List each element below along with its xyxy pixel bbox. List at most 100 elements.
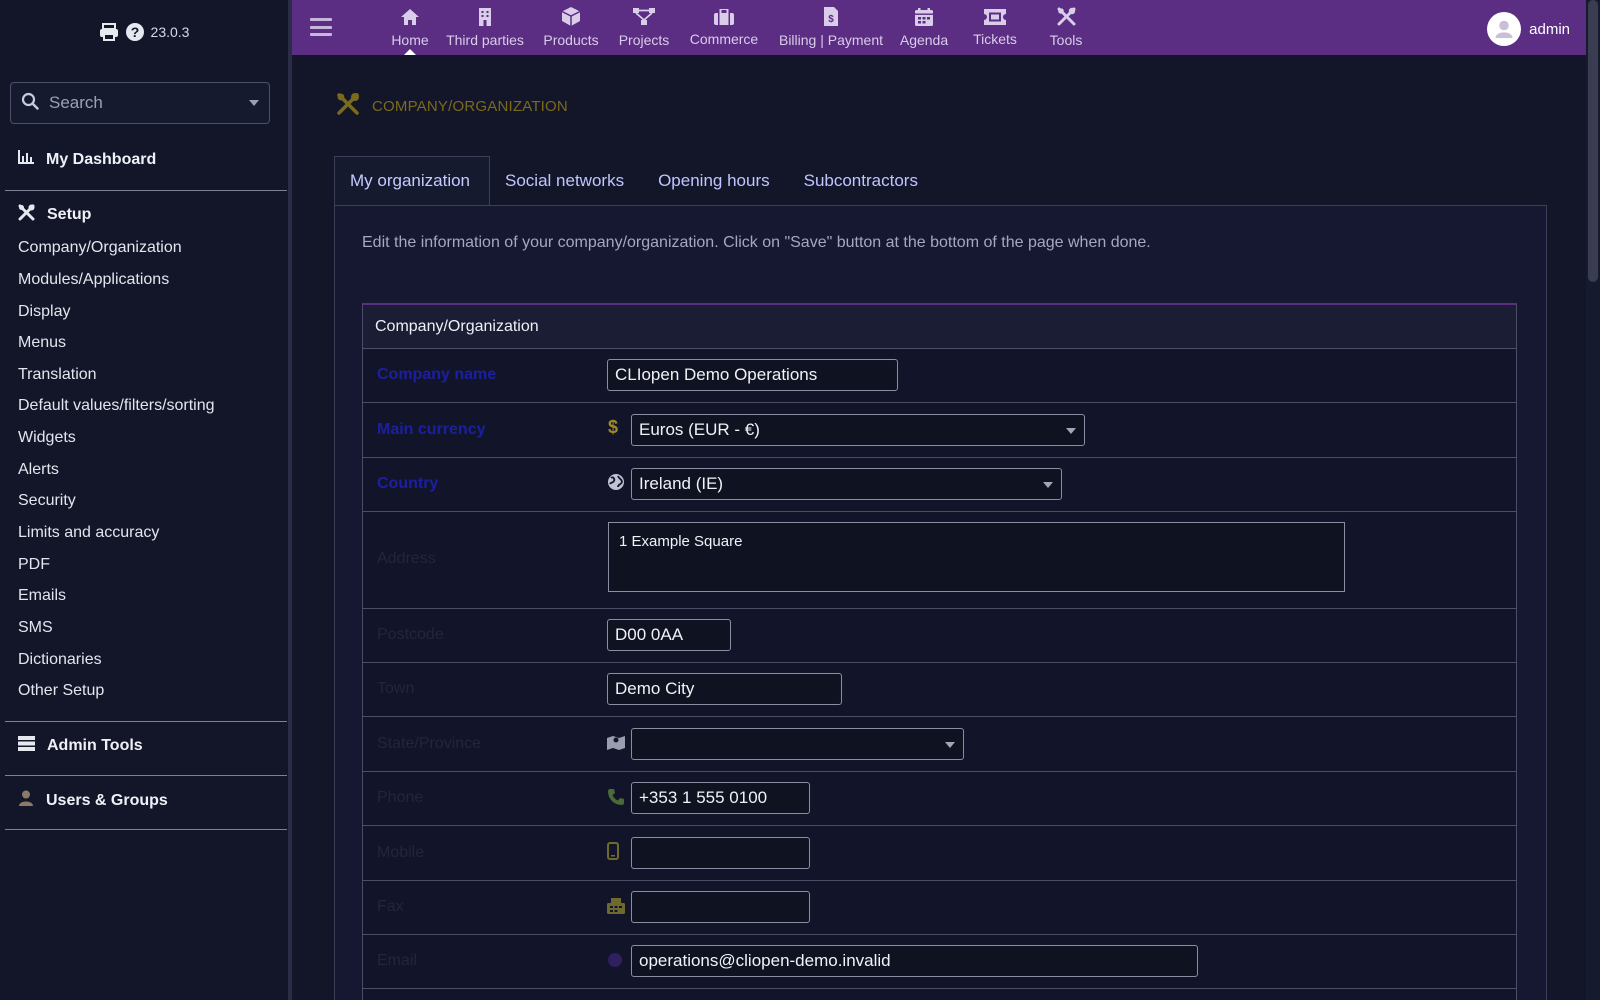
sidebar-item-admin-tools[interactable]: Admin Tools	[18, 736, 143, 756]
sidebar-link-display[interactable]: Display	[18, 303, 70, 321]
phone-input[interactable]: +353 1 555 0100	[631, 782, 810, 814]
organization-form: Company/Organization Company name CLIope…	[362, 303, 1517, 1000]
nav-projects[interactable]: Projects	[612, 0, 676, 55]
page-title: COMPANY/ORGANIZATION	[336, 92, 568, 120]
tab-my-organization[interactable]: My organization	[334, 156, 491, 205]
nav-label: Tickets	[973, 30, 1017, 47]
sidebar-link-menus[interactable]: Menus	[18, 334, 66, 352]
currency-value: Euros (EUR - €)	[639, 420, 760, 439]
search-dropdown-icon[interactable]	[249, 100, 259, 106]
app-window: ? 23.0.3 Search My Dashboard Setup Compa…	[0, 0, 1600, 1000]
nav-label: Products	[543, 32, 599, 48]
map-icon	[607, 734, 625, 755]
nav-products[interactable]: Products	[538, 0, 604, 55]
svg-text:$: $	[828, 14, 834, 25]
country-select[interactable]: Ireland (IE)	[631, 468, 1062, 500]
user-name: admin	[1529, 20, 1570, 38]
tab-subcontractors[interactable]: Subcontractors	[789, 156, 937, 205]
chart-icon	[18, 150, 34, 169]
user-icon	[18, 790, 34, 811]
printer-icon[interactable]	[99, 23, 119, 41]
nav-tools[interactable]: Tools	[1038, 0, 1094, 55]
user-menu[interactable]: admin	[1487, 12, 1570, 46]
sidebar-resize-handle[interactable]	[288, 0, 292, 1000]
email-input[interactable]: operations@cliopen-demo.invalid	[631, 945, 1198, 977]
tools-icon	[336, 92, 360, 120]
search-input[interactable]: Search	[49, 93, 249, 113]
sidebar-link-alerts[interactable]: Alerts	[18, 461, 59, 479]
address-textarea[interactable]: 1 Example Square	[608, 522, 1345, 592]
country-label: Country	[377, 475, 439, 492]
nav-third-parties[interactable]: Third parties	[442, 0, 528, 55]
building-icon	[478, 7, 492, 32]
sidebar-link-limits[interactable]: Limits and accuracy	[18, 524, 159, 542]
search-box[interactable]: Search	[10, 82, 270, 124]
page-scrollbar-thumb[interactable]	[1588, 0, 1598, 282]
row-fax: Fax	[363, 881, 1516, 935]
globe-icon	[607, 473, 625, 496]
divider	[5, 721, 287, 722]
company-name-label: Company name	[377, 366, 497, 383]
sidebar-link-translation[interactable]: Translation	[18, 366, 97, 384]
fax-input[interactable]	[631, 891, 810, 923]
nav-commerce[interactable]: Commerce	[684, 0, 764, 55]
sidebar-link-security[interactable]: Security	[18, 492, 76, 510]
row-postcode: Postcode D00 0AA	[363, 609, 1516, 663]
row-email: Email operations@cliopen-demo.invalid	[363, 935, 1516, 989]
home-icon	[400, 8, 420, 32]
ticket-icon	[984, 8, 1006, 31]
sidebar-link-other-setup[interactable]: Other Setup	[18, 682, 104, 700]
sidebar-link-modules[interactable]: Modules/Applications	[18, 271, 169, 289]
tools-icon	[18, 204, 35, 226]
tab-opening-hours[interactable]: Opening hours	[643, 156, 789, 205]
row-mobile: Mobile	[363, 826, 1516, 881]
sidebar-link-company[interactable]: Company/Organization	[18, 239, 182, 257]
town-input[interactable]: Demo City	[607, 673, 842, 705]
mobile-icon	[607, 842, 619, 865]
mobile-input[interactable]	[631, 837, 810, 869]
divider	[5, 775, 287, 776]
row-state: State/Province	[363, 717, 1516, 772]
invoice-icon: $	[823, 7, 839, 32]
nav-label: Agenda	[899, 31, 949, 48]
town-label: Town	[377, 680, 415, 697]
intro-text: Edit the information of your company/org…	[362, 234, 1151, 251]
version-label: 23.0.3	[150, 24, 190, 40]
nav-home[interactable]: Home	[380, 0, 440, 55]
cube-icon	[561, 7, 581, 32]
tab-social-networks[interactable]: Social networks	[490, 156, 643, 205]
sidebar-link-widgets[interactable]: Widgets	[18, 429, 76, 447]
sidebar-link-dictionaries[interactable]: Dictionaries	[18, 651, 102, 669]
row-address: Address 1 Example Square	[363, 512, 1516, 609]
nav-agenda[interactable]: Agenda	[896, 0, 952, 55]
currency-select[interactable]: Euros (EUR - €)	[631, 414, 1085, 446]
phone-icon	[607, 788, 625, 811]
top-navbar: Home Third parties Products Projects Com…	[292, 0, 1586, 55]
form-heading: Company/Organization	[363, 305, 1516, 349]
help-icon[interactable]: ?	[125, 22, 145, 42]
row-country: Country Ireland (IE)	[363, 458, 1516, 512]
chevron-down-icon	[945, 742, 955, 748]
company-name-input[interactable]: CLIopen Demo Operations	[607, 359, 898, 391]
nav-billing-payment[interactable]: $ Billing | Payment	[776, 0, 886, 55]
divider	[5, 190, 287, 191]
svg-text:$: $	[608, 417, 618, 437]
nav-label: Home	[391, 31, 429, 48]
sidebar-item-label: Setup	[47, 206, 92, 223]
nav-label: Third parties	[446, 31, 524, 48]
sidebar-item-users-groups[interactable]: Users & Groups	[18, 790, 168, 811]
sidebar-link-emails[interactable]: Emails	[18, 587, 66, 605]
sidebar-link-pdf[interactable]: PDF	[18, 556, 50, 574]
sidebar-link-sms[interactable]: SMS	[18, 619, 53, 637]
row-town: Town Demo City	[363, 663, 1516, 717]
state-select[interactable]	[631, 728, 964, 760]
avatar	[1487, 12, 1522, 46]
sidebar-link-defaults[interactable]: Default values/filters/sorting	[18, 397, 215, 415]
sidebar-item-setup[interactable]: Setup	[18, 204, 91, 226]
sidebar: ? 23.0.3 Search My Dashboard Setup Compa…	[0, 0, 288, 1000]
nav-tickets[interactable]: Tickets	[962, 0, 1028, 55]
sitemap-icon	[633, 7, 655, 32]
menu-toggle-icon[interactable]	[310, 18, 332, 36]
postcode-input[interactable]: D00 0AA	[607, 619, 731, 651]
sidebar-item-my-dashboard[interactable]: My Dashboard	[18, 150, 156, 169]
